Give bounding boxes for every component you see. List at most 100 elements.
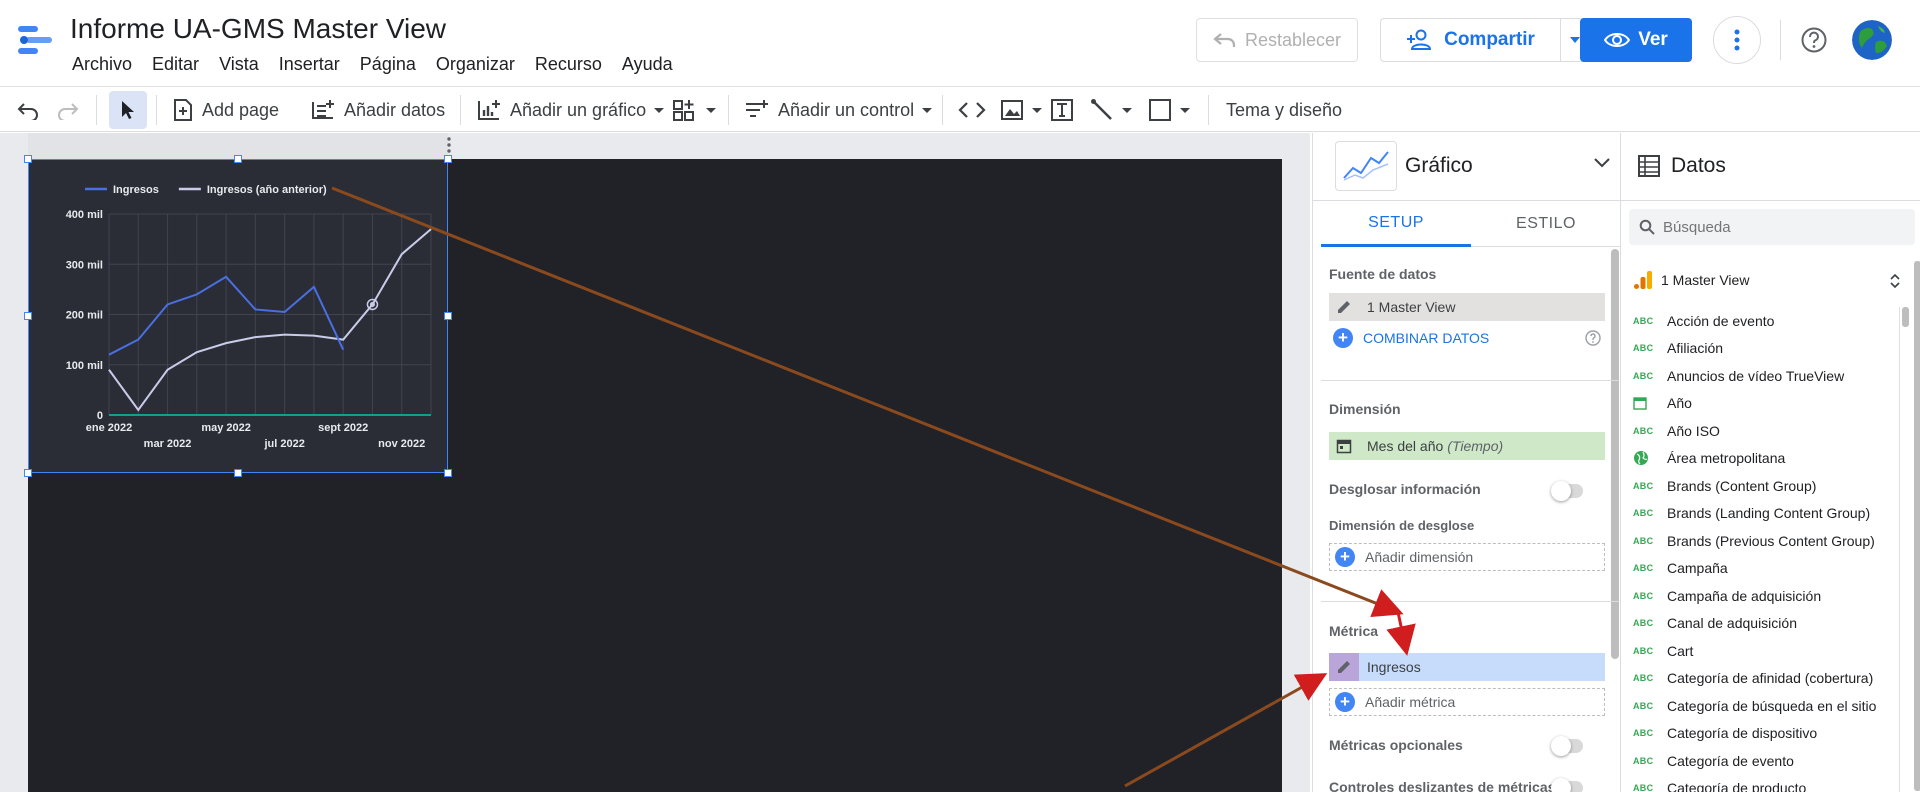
report-canvas[interactable]: Ingresos Ingresos (año anterior) 0 100 mil…	[0, 133, 1310, 792]
menu-page[interactable]: Página	[350, 52, 426, 76]
field-item[interactable]: ABC Brands (Landing Content Group)	[1633, 500, 1895, 528]
shape-button[interactable]	[1148, 87, 1190, 133]
dimension-chip[interactable]: Mes del año (Tiempo)	[1329, 432, 1605, 460]
share-label: Compartir	[1444, 29, 1535, 50]
title-bar: Informe UA-GMS Master View Archivo Edita…	[0, 0, 1920, 80]
time-series-chart[interactable]: Ingresos Ingresos (año anterior) 0 100 mil…	[28, 159, 448, 473]
user-avatar[interactable]	[1852, 20, 1892, 60]
field-item[interactable]: ABC Categoría de evento	[1633, 747, 1895, 775]
more-options-button[interactable]	[1713, 16, 1761, 64]
chevron-down-icon[interactable]	[1593, 157, 1611, 169]
resize-handle[interactable]	[444, 469, 452, 477]
line-button[interactable]	[1090, 87, 1132, 133]
text-box-icon[interactable]	[1050, 87, 1074, 133]
data-source-chip[interactable]: 1 Master View	[1329, 293, 1605, 321]
field-search-input[interactable]	[1663, 218, 1893, 236]
data-panel-scrollbar[interactable]	[1914, 261, 1920, 791]
resize-handle[interactable]	[444, 312, 452, 320]
field-item[interactable]: ABC Año ISO	[1633, 417, 1895, 445]
field-list-scrollbar[interactable]	[1899, 307, 1909, 792]
toolbar-divider	[1208, 95, 1209, 125]
redo-icon[interactable]	[56, 87, 80, 133]
collapse-chevrons-icon[interactable]	[1889, 274, 1901, 288]
resize-handle[interactable]	[24, 312, 32, 320]
field-item[interactable]: Área metropolitana	[1633, 445, 1895, 473]
field-item[interactable]: ABC Campaña de adquisición	[1633, 582, 1895, 610]
reset-button[interactable]: Restablecer	[1196, 18, 1358, 62]
add-control-button[interactable]: Añadir un control	[744, 87, 933, 133]
field-item[interactable]: Año	[1633, 390, 1895, 418]
x-tick-label: may 2022	[201, 422, 251, 434]
field-item[interactable]: ABC Categoría de afinidad (cobertura)	[1633, 665, 1895, 693]
add-page-button[interactable]: Add page	[172, 87, 279, 133]
looker-studio-logo-icon[interactable]	[16, 20, 56, 60]
field-item[interactable]: ABC Afiliación	[1633, 335, 1895, 363]
add-chart-button[interactable]: Añadir un gráfico	[476, 87, 665, 133]
menu-view[interactable]: Vista	[209, 52, 269, 76]
text-type-icon: ABC	[1633, 315, 1654, 326]
undo-arrow-icon	[1213, 31, 1237, 49]
field-item[interactable]: ABC Categoría de producto	[1633, 775, 1895, 792]
scrollbar-thumb[interactable]	[1902, 307, 1909, 327]
view-button[interactable]: Ver	[1580, 18, 1692, 62]
help-circle-icon[interactable]	[1585, 330, 1601, 346]
drilldown-toggle[interactable]	[1551, 481, 1583, 501]
field-item[interactable]: ABC Campaña	[1633, 555, 1895, 583]
field-item[interactable]: ABC Brands (Previous Content Group)	[1633, 527, 1895, 555]
optional-metrics-toggle[interactable]	[1551, 736, 1583, 756]
add-data-button[interactable]: Añadir datos	[310, 87, 445, 133]
field-item[interactable]: ABC Acción de evento	[1633, 307, 1895, 335]
add-dimension-button[interactable]: + Añadir dimensión	[1329, 543, 1605, 571]
tab-setup[interactable]: SETUP	[1321, 201, 1471, 247]
menu-arrange[interactable]: Organizar	[426, 52, 525, 76]
properties-scrollbar[interactable]	[1611, 249, 1619, 659]
text-type-icon: ABC	[1633, 480, 1654, 491]
metric-chip[interactable]: Ingresos	[1329, 653, 1605, 681]
blend-data-link[interactable]: + COMBINAR DATOS	[1333, 328, 1489, 348]
data-source-row[interactable]: 1 Master View	[1633, 267, 1913, 293]
pencil-icon[interactable]	[1329, 653, 1359, 681]
community-visualizations-button[interactable]	[672, 87, 716, 133]
chart-type-selector[interactable]: Gráfico	[1313, 133, 1620, 201]
metric-sliders-toggle[interactable]	[1551, 778, 1583, 792]
chart-menu-icon[interactable]	[446, 136, 452, 154]
calendar-icon[interactable]	[1329, 432, 1359, 460]
resize-handle[interactable]	[234, 469, 242, 477]
field-item[interactable]: ABC Categoría de búsqueda en el sitio	[1633, 692, 1895, 720]
field-name: Acción de evento	[1667, 312, 1775, 329]
menu-edit[interactable]: Editar	[142, 52, 209, 76]
resize-handle[interactable]	[234, 155, 242, 163]
field-item[interactable]: ABC Categoría de dispositivo	[1633, 720, 1895, 748]
metric-field-name: Ingresos	[1367, 659, 1421, 675]
canvas-edge	[1308, 143, 1310, 792]
data-source-name: 1 Master View	[1661, 272, 1750, 288]
resize-handle[interactable]	[24, 155, 32, 163]
menu-insert[interactable]: Insertar	[269, 52, 350, 76]
field-item[interactable]: ABC Brands (Content Group)	[1633, 472, 1895, 500]
field-search[interactable]	[1629, 209, 1915, 245]
embed-code-icon[interactable]	[958, 87, 986, 133]
help-icon[interactable]	[1800, 26, 1828, 54]
field-item[interactable]: ABC Cart	[1633, 637, 1895, 665]
resize-handle[interactable]	[24, 469, 32, 477]
menu-resource[interactable]: Recurso	[525, 52, 612, 76]
pencil-icon[interactable]	[1329, 293, 1359, 321]
filter-control-icon	[744, 98, 770, 122]
report-title[interactable]: Informe UA-GMS Master View	[70, 13, 446, 45]
field-item[interactable]: ABC Canal de adquisición	[1633, 610, 1895, 638]
theme-layout-button[interactable]: Tema y diseño	[1226, 87, 1342, 133]
tab-style[interactable]: ESTILO	[1471, 201, 1620, 247]
caret-down-icon	[1032, 107, 1042, 113]
menu-help[interactable]: Ayuda	[612, 52, 683, 76]
data-panel-title: Datos	[1671, 154, 1726, 177]
field-item[interactable]: ABC Anuncios de vídeo TrueView	[1633, 362, 1895, 390]
x-tick-label: nov 2022	[378, 438, 425, 450]
select-tool-button[interactable]	[109, 91, 147, 129]
image-button[interactable]	[1000, 87, 1042, 133]
resize-handle[interactable]	[444, 155, 452, 163]
menu-file[interactable]: Archivo	[62, 52, 142, 76]
add-metric-button[interactable]: + Añadir métrica	[1329, 688, 1605, 716]
field-name: Afiliación	[1667, 340, 1724, 357]
undo-icon[interactable]	[16, 87, 40, 133]
share-button[interactable]: Compartir	[1380, 18, 1560, 62]
